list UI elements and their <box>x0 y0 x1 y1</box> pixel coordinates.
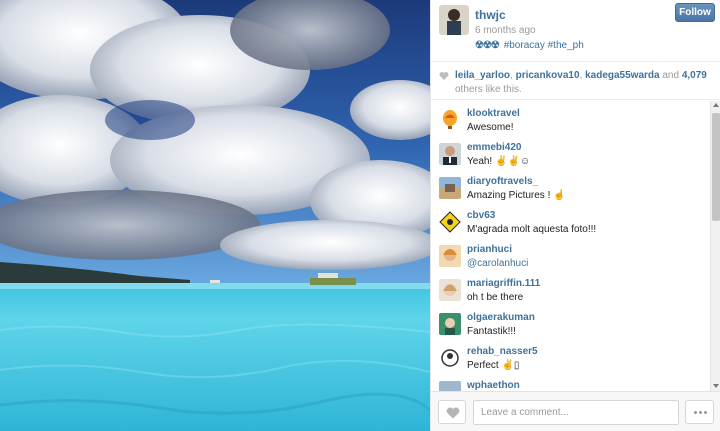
post-timestamp: 6 months ago <box>475 25 536 36</box>
woman-face-avatar[interactable] <box>439 279 461 301</box>
road-sign-avatar[interactable] <box>439 211 461 233</box>
travel-photo-avatar[interactable] <box>439 177 461 199</box>
dot-icon <box>699 411 702 414</box>
green-scene-avatar[interactable] <box>439 313 461 335</box>
comment-text: Yeah! ✌✌☺ <box>467 156 531 167</box>
scroll-up-arrow-icon[interactable] <box>713 103 719 107</box>
comment-text: Perfect ✌▯ <box>467 360 520 371</box>
comment-text: Awesome! <box>467 122 514 133</box>
post-header: thwjc 6 months ago ☢☢☢ #boracay #the_ph … <box>431 0 720 62</box>
owner-avatar[interactable] <box>439 5 469 35</box>
comment-username[interactable]: mariagriffin.111 <box>467 278 540 289</box>
comment-text: Fantastik!!! <box>467 326 516 337</box>
comment-item: rehab_nasser5 Perfect ✌▯ <box>431 339 711 373</box>
liker-username[interactable]: leila_yarloo <box>455 70 510 81</box>
post-photo[interactable] <box>0 0 430 431</box>
heart-icon <box>446 407 460 419</box>
comment-item: wphaethon <box>431 373 711 391</box>
woman-portrait-avatar[interactable] <box>439 245 461 267</box>
follow-button[interactable]: Follow <box>675 3 715 22</box>
comment-mention[interactable]: @carolanhuci <box>467 258 528 269</box>
likes-text: leila_yarloo, pricankova10, kadega55ward… <box>455 70 707 95</box>
sketch-avatar[interactable] <box>439 347 461 369</box>
comment-text: Amazing Pictures ! ☝ <box>467 190 566 201</box>
post-caption: ☢☢☢ #boracay #the_ph <box>475 40 584 51</box>
dot-icon <box>694 411 697 414</box>
owner-username[interactable]: thwjc <box>475 8 506 22</box>
liker-username[interactable]: pricankova10 <box>516 70 580 81</box>
comment-input[interactable] <box>473 400 679 425</box>
caption-emoji: ☢☢☢ <box>475 40 500 51</box>
comment-item: prianhuci @carolanhuci <box>431 237 711 271</box>
scrollbar-thumb[interactable] <box>712 113 720 221</box>
comment-item: olgaerakuman Fantastik!!! <box>431 305 711 339</box>
hot-air-balloon-icon[interactable] <box>439 109 461 131</box>
comment-username[interactable]: cbv63 <box>467 210 495 221</box>
more-options-button[interactable] <box>685 400 714 424</box>
comment-text: oh t be there <box>467 292 524 303</box>
like-button[interactable] <box>438 400 466 424</box>
comment-username[interactable]: rehab_nasser5 <box>467 346 538 357</box>
post-sidebar: thwjc 6 months ago ☢☢☢ #boracay #the_ph … <box>430 0 720 431</box>
likes-summary: leila_yarloo, pricankova10, kadega55ward… <box>431 63 720 100</box>
comment-text: M'agrada molt aquesta foto!!! <box>467 224 597 235</box>
dot-icon <box>704 411 707 414</box>
scroll-down-arrow-icon[interactable] <box>713 384 719 388</box>
comment-item: emmebi420 Yeah! ✌✌☺ <box>431 135 711 169</box>
comment-item: cbv63 M'agrada molt aquesta foto!!! <box>431 203 711 237</box>
man-in-suit-avatar[interactable] <box>439 143 461 165</box>
comment-item: mariagriffin.111 oh t be there <box>431 271 711 305</box>
comment-item: diaryoftravels_ Amazing Pictures ! ☝ <box>431 169 711 203</box>
landscape-avatar[interactable] <box>439 381 461 391</box>
heart-icon <box>439 72 449 80</box>
comments-list[interactable]: klooktravel Awesome! emmebi420 Yeah! ✌✌☺… <box>431 101 711 391</box>
comment-username[interactable]: olgaerakuman <box>467 312 535 323</box>
comments-scrollbar[interactable] <box>710 101 720 391</box>
comment-username[interactable]: prianhuci <box>467 244 512 255</box>
beach-sky-photo <box>0 0 430 431</box>
comment-item: klooktravel Awesome! <box>431 101 711 135</box>
liker-username[interactable]: kadega55warda <box>585 70 660 81</box>
comment-username[interactable]: klooktravel <box>467 108 520 119</box>
comment-username[interactable]: diaryoftravels_ <box>467 176 538 187</box>
comment-username[interactable]: emmebi420 <box>467 142 521 153</box>
caption-hashtags[interactable]: #boracay #the_ph <box>504 40 584 51</box>
comment-username[interactable]: wphaethon <box>467 380 520 391</box>
likes-count[interactable]: 4,079 <box>682 70 707 81</box>
comment-footer <box>431 391 720 431</box>
